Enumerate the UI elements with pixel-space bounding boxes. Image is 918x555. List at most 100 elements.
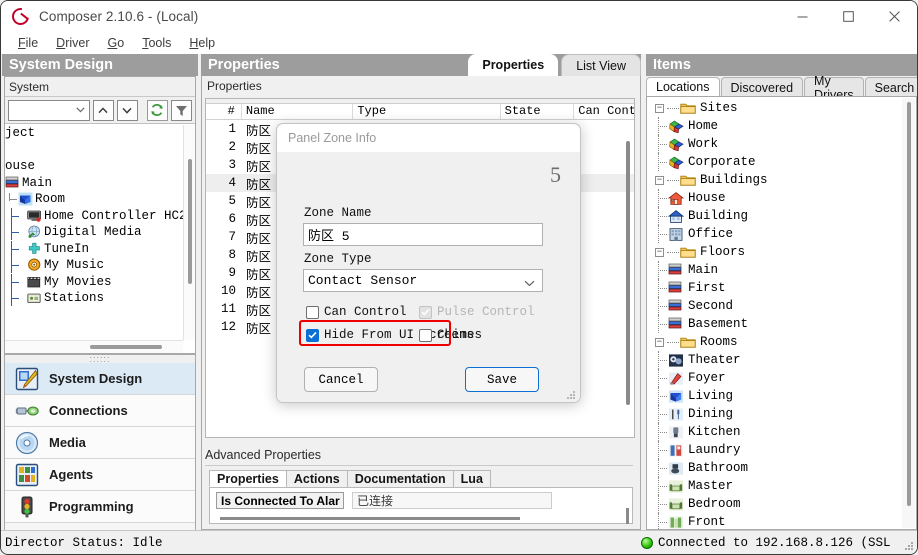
advanced-vscrollbar[interactable] [626,508,629,524]
items-tree-node[interactable]: Work [647,135,916,153]
items-tab-search[interactable]: Search [864,77,917,97]
items-tree-node[interactable]: Living [647,387,916,405]
tab-properties[interactable]: Properties [468,54,559,76]
refresh-icon[interactable] [146,99,168,121]
tree-connector [647,135,668,153]
zone-name-input[interactable]: 防区 5 [303,223,543,246]
media-disc-icon [15,431,39,455]
tab-list-view[interactable]: List View [561,54,641,76]
system-tree[interactable]: ject ouseMain RoomHome Controller HC250 Dig… [5,125,195,353]
grid-vscrollbar[interactable] [624,129,632,429]
panel-zone-info-dialog: Panel Zone Info 5 Zone Name 防区 5 Zone Ty… [276,123,581,403]
advanced-tab-actions[interactable]: Actions [285,470,348,487]
items-tree-node[interactable]: Main [647,261,916,279]
menu-driver[interactable]: Driver [47,34,98,52]
can-control-checkbox[interactable]: Can Control [306,305,407,319]
left-tree-hscrollbar[interactable] [5,340,183,353]
tree-node[interactable]: Digital Media [5,224,183,241]
items-tree-node[interactable]: Laundry [647,441,916,459]
tree-expander-collapse-icon[interactable]: − [655,337,664,347]
menu-go[interactable]: Go [99,34,134,52]
funnel-icon[interactable] [170,99,193,121]
tree-node[interactable]: TuneIn [5,240,183,258]
close-icon[interactable] [871,1,917,32]
sidebar-item-connections[interactable]: Connections [5,395,195,427]
tree-expander-collapse-icon[interactable]: − [655,247,664,257]
items-tree-node[interactable]: − Sites [647,99,916,117]
scroll-down-button[interactable] [116,99,138,121]
sidebar-item-programming[interactable]: Programming [5,491,195,523]
advanced-hscrollbar[interactable] [220,517,520,520]
items-tree-node[interactable]: Basement [647,315,916,333]
items-tree-node[interactable]: First [647,279,916,297]
splitter-grip[interactable]: :::::: [5,355,195,364]
col-header-state[interactable]: State [501,104,575,119]
tree-node[interactable]: My Music [5,257,183,274]
menu-file[interactable]: File [9,34,47,52]
dialog-resize-grip[interactable] [567,391,576,400]
items-tree-node[interactable]: Dining [647,405,916,423]
items-tree-node[interactable]: Building [647,207,916,225]
master-icon [668,479,684,494]
advanced-tab-documentation[interactable]: Documentation [346,470,454,487]
scroll-up-button[interactable] [92,99,114,121]
menu-help[interactable]: Help [180,34,224,52]
left-tree-vscrollbar[interactable] [183,125,195,340]
tree-node[interactable]: ject [5,125,183,142]
advanced-separator [205,465,633,466]
tree-node[interactable]: Room [5,191,183,208]
col-header-can-control[interactable]: Can Contr [574,104,634,119]
items-tree-node[interactable]: − Rooms [647,333,916,351]
property-key[interactable]: Is Connected To Alar [216,492,344,509]
tree-expander[interactable] [5,191,18,207]
system-design-icon [15,367,39,391]
window-resize-grip[interactable] [904,541,914,551]
items-tree-node[interactable]: Foyer [647,369,916,387]
items-tree[interactable]: − Sites Home Work Corporate − Buildings House Bu… [646,96,917,530]
items-tab-discovered[interactable]: Discovered [720,77,804,97]
chimes-checkbox[interactable]: Chimes [419,328,482,342]
tree-node[interactable]: Main [5,175,183,192]
tree-node[interactable]: My Movies [5,273,183,291]
tree-node[interactable]: ouse [5,158,183,175]
col-header-name[interactable]: Name [242,104,354,119]
sidebar-item-system-design[interactable]: System Design [5,363,195,395]
items-tree-node[interactable]: Bathroom [647,459,916,477]
system-select[interactable] [8,99,90,121]
tree-expander-collapse-icon[interactable]: − [655,175,664,185]
zone-type-select[interactable]: Contact Sensor [303,269,543,292]
maximize-icon[interactable] [825,1,871,32]
items-tree-node[interactable]: House [647,189,916,207]
items-tree-node-label: Master [688,479,734,493]
tree-expander-collapse-icon[interactable]: − [655,103,664,113]
col-header-type[interactable]: Type [353,104,501,119]
items-tree-node[interactable]: Corporate [647,153,916,171]
advanced-tab-lua[interactable]: Lua [452,470,491,487]
items-tree-node[interactable]: Kitchen [647,423,916,441]
advanced-tab-properties[interactable]: Properties [209,470,287,487]
tree-node[interactable]: Stations [5,290,183,307]
menu-tools[interactable]: Tools [133,34,180,52]
items-tree-node[interactable]: Office [647,225,916,243]
items-tree-node[interactable]: − Buildings [647,171,916,189]
col-header-num[interactable]: # [206,104,242,119]
items-tree-node[interactable]: Home [647,117,916,135]
save-button[interactable]: Save [465,367,539,392]
sidebar-item-label: Media [49,435,86,450]
items-tree-node[interactable]: Master [647,477,916,495]
sidebar-item-agents[interactable]: Agents [5,459,195,491]
minimize-icon[interactable] [779,1,825,32]
tree-node[interactable]: Home Controller HC250 [5,207,183,225]
items-tree-node[interactable]: Theater [647,351,916,369]
items-tree-node[interactable]: Bedroom [647,495,916,513]
sidebar-item-media[interactable]: Media [5,427,195,459]
items-tree-node[interactable]: Front [647,513,916,529]
tree-node[interactable] [5,142,183,159]
cancel-button[interactable]: Cancel [304,367,378,392]
items-tree-node[interactable]: − Floors [647,243,916,261]
property-value[interactable]: 已连接 [352,492,552,509]
items-tree-vscrollbar[interactable] [902,98,915,528]
items-tree-node[interactable]: Second [647,297,916,315]
items-tab-my-drivers[interactable]: My Drivers [804,74,864,102]
items-tab-locations[interactable]: Locations [646,77,720,97]
